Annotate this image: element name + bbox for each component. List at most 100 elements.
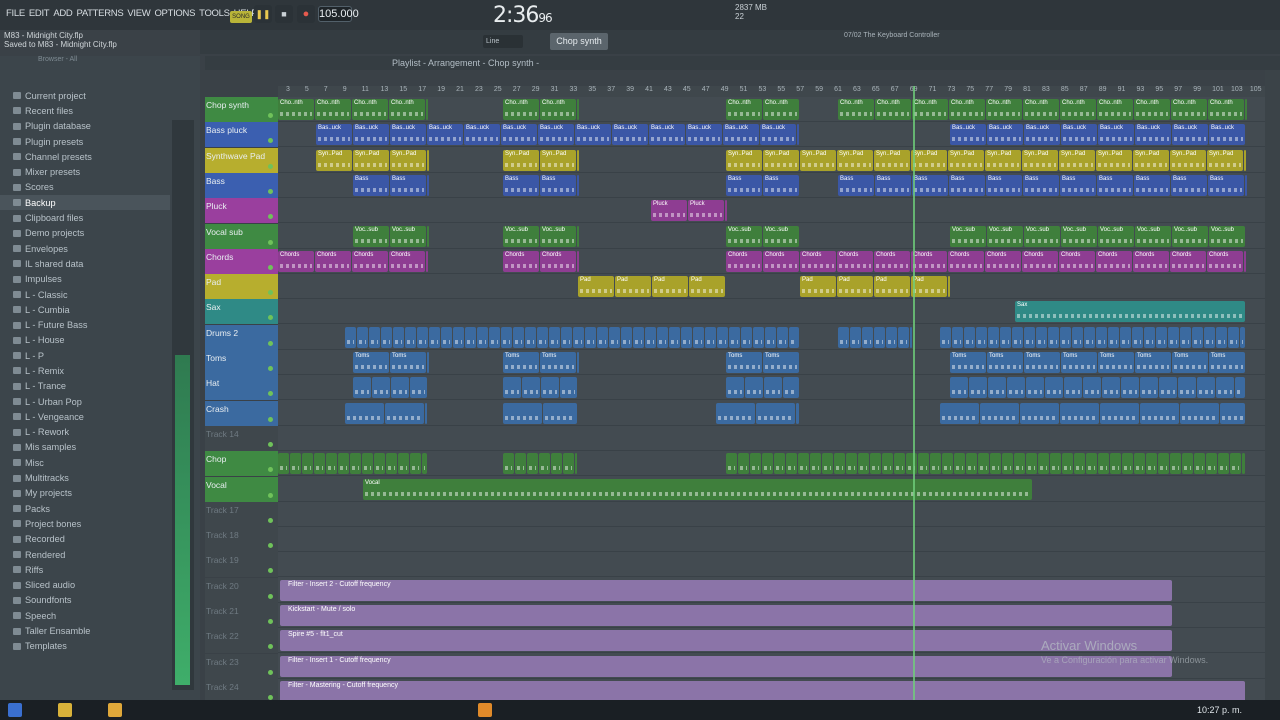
pattern-clip[interactable] <box>969 377 987 399</box>
pattern-clip[interactable] <box>741 326 752 348</box>
pattern-clip[interactable] <box>1182 453 1193 475</box>
pattern-clip[interactable] <box>1216 377 1234 399</box>
pattern-clip[interactable] <box>1132 326 1143 348</box>
pattern-clip[interactable] <box>786 453 797 475</box>
pattern-clip[interactable]: Chords <box>1096 250 1132 272</box>
pattern-clip[interactable]: Cho..nth <box>540 99 576 120</box>
pattern-clip[interactable] <box>422 453 427 475</box>
pattern-clip[interactable] <box>1026 453 1037 475</box>
pattern-clip[interactable] <box>738 453 749 475</box>
pattern-clip[interactable]: Bass <box>1245 174 1247 196</box>
browser-item[interactable]: L - Urban Pop <box>0 394 170 409</box>
pattern-clip[interactable] <box>1170 453 1181 475</box>
pattern-clip[interactable] <box>940 402 979 424</box>
pattern-clip[interactable] <box>882 453 893 475</box>
pattern-clip[interactable]: Syn..Pad <box>540 149 576 171</box>
browser-item[interactable]: Envelopes <box>0 241 170 256</box>
pattern-clip[interactable]: Pad <box>948 276 950 298</box>
pattern-clip[interactable] <box>765 326 776 348</box>
pattern-clip[interactable] <box>1024 326 1035 348</box>
pattern-clip[interactable] <box>729 326 740 348</box>
pattern-clip[interactable] <box>1197 377 1215 399</box>
pattern-clip[interactable]: Voc..sub <box>1024 225 1060 247</box>
pattern-clip[interactable]: Bass <box>1060 174 1096 196</box>
track-header[interactable]: Crash <box>205 400 278 426</box>
pattern-clip[interactable] <box>1178 377 1196 399</box>
pattern-clip[interactable] <box>783 377 799 399</box>
track-header[interactable]: Chop <box>205 451 278 477</box>
pattern-clip[interactable]: Chords <box>278 250 314 272</box>
pattern-clip[interactable]: Pad <box>652 276 688 298</box>
snap-select[interactable]: Line <box>483 35 523 48</box>
pattern-clip[interactable] <box>501 326 512 348</box>
pattern-clip[interactable]: Bas..uck <box>1135 124 1171 146</box>
pattern-clip[interactable] <box>1159 377 1177 399</box>
pattern-clip[interactable] <box>1206 453 1217 475</box>
browser-item[interactable]: L - P <box>0 348 170 363</box>
pattern-clip[interactable]: Chords <box>577 250 579 272</box>
pattern-clip[interactable] <box>326 453 337 475</box>
track-enable-dot[interactable] <box>268 340 273 346</box>
pattern-clip[interactable]: Voc..sub <box>427 225 429 247</box>
pattern-clip[interactable] <box>1038 453 1049 475</box>
pattern-clip[interactable]: Pad <box>689 276 725 298</box>
pattern-clip[interactable]: Chords <box>1133 250 1169 272</box>
pattern-clip[interactable] <box>621 326 632 348</box>
track-header[interactable]: Chords <box>205 248 278 274</box>
menu-item-tools[interactable]: TOOLS <box>197 8 232 19</box>
pattern-clip[interactable] <box>886 326 897 348</box>
pattern-clip[interactable] <box>990 453 1001 475</box>
pattern-clip[interactable]: Cho..nth <box>1023 99 1059 120</box>
track-enable-dot[interactable] <box>268 467 273 473</box>
track-header[interactable]: Chop synth <box>205 97 278 122</box>
track-header[interactable]: Track 21 <box>205 603 278 628</box>
browser-item[interactable]: Soundfonts <box>0 593 170 608</box>
pattern-clip[interactable] <box>290 453 301 475</box>
pattern-clip[interactable] <box>1120 326 1131 348</box>
pattern-clip[interactable]: Pad <box>837 276 873 298</box>
pattern-clip[interactable] <box>1230 453 1241 475</box>
pattern-clip[interactable]: Toms <box>390 352 426 373</box>
pattern-clip[interactable] <box>1180 326 1191 348</box>
track-header[interactable]: Bass <box>205 172 278 198</box>
pattern-clip[interactable]: Bas..uck <box>353 124 389 146</box>
pattern-clip[interactable] <box>1235 377 1245 399</box>
pattern-clip[interactable] <box>681 326 692 348</box>
pattern-clip[interactable] <box>726 453 737 475</box>
pattern-clip[interactable]: Bas..uck <box>723 124 759 146</box>
track-enable-dot[interactable] <box>268 163 273 169</box>
pattern-clip[interactable]: Syn..Pad <box>1244 149 1246 171</box>
track-row[interactable] <box>278 502 1265 527</box>
pattern-clip[interactable] <box>1086 453 1097 475</box>
pattern-clip[interactable] <box>302 453 313 475</box>
pattern-clip[interactable]: Chords <box>389 250 425 272</box>
pattern-clip[interactable]: Cho..nth <box>1245 99 1247 120</box>
pattern-clip[interactable] <box>1026 377 1044 399</box>
pattern-clip[interactable] <box>1060 326 1071 348</box>
pattern-selector[interactable]: Chop synth <box>550 33 608 50</box>
pattern-clip[interactable]: Toms <box>1172 352 1208 373</box>
track-enable-dot[interactable] <box>268 214 273 220</box>
pattern-clip[interactable] <box>1108 326 1119 348</box>
pattern-clip[interactable]: Cho..nth <box>1134 99 1170 120</box>
pattern-clip[interactable]: Chords <box>540 250 576 272</box>
pattern-clip[interactable] <box>1048 326 1059 348</box>
pattern-clip[interactable] <box>477 326 488 348</box>
pattern-clip[interactable] <box>385 402 424 424</box>
pattern-clip[interactable] <box>1045 377 1063 399</box>
pattern-clip[interactable]: Syn..Pad <box>985 149 1021 171</box>
pattern-clip[interactable] <box>561 326 572 348</box>
track-header[interactable]: Track 20 <box>205 577 278 603</box>
pattern-clip[interactable]: Chords <box>948 250 984 272</box>
pattern-clip[interactable] <box>575 453 577 475</box>
pattern-clip[interactable] <box>988 377 1006 399</box>
browser-item[interactable]: L - Future Bass <box>0 317 170 332</box>
pattern-clip[interactable]: Cho..nth <box>875 99 911 120</box>
browser-item[interactable]: Current project <box>0 88 170 103</box>
pattern-clip[interactable] <box>1002 453 1013 475</box>
pattern-clip[interactable] <box>940 326 951 348</box>
pattern-clip[interactable] <box>1050 453 1061 475</box>
pattern-clip[interactable] <box>633 326 644 348</box>
pattern-clip[interactable] <box>762 453 773 475</box>
pattern-clip[interactable]: Pad <box>615 276 651 298</box>
